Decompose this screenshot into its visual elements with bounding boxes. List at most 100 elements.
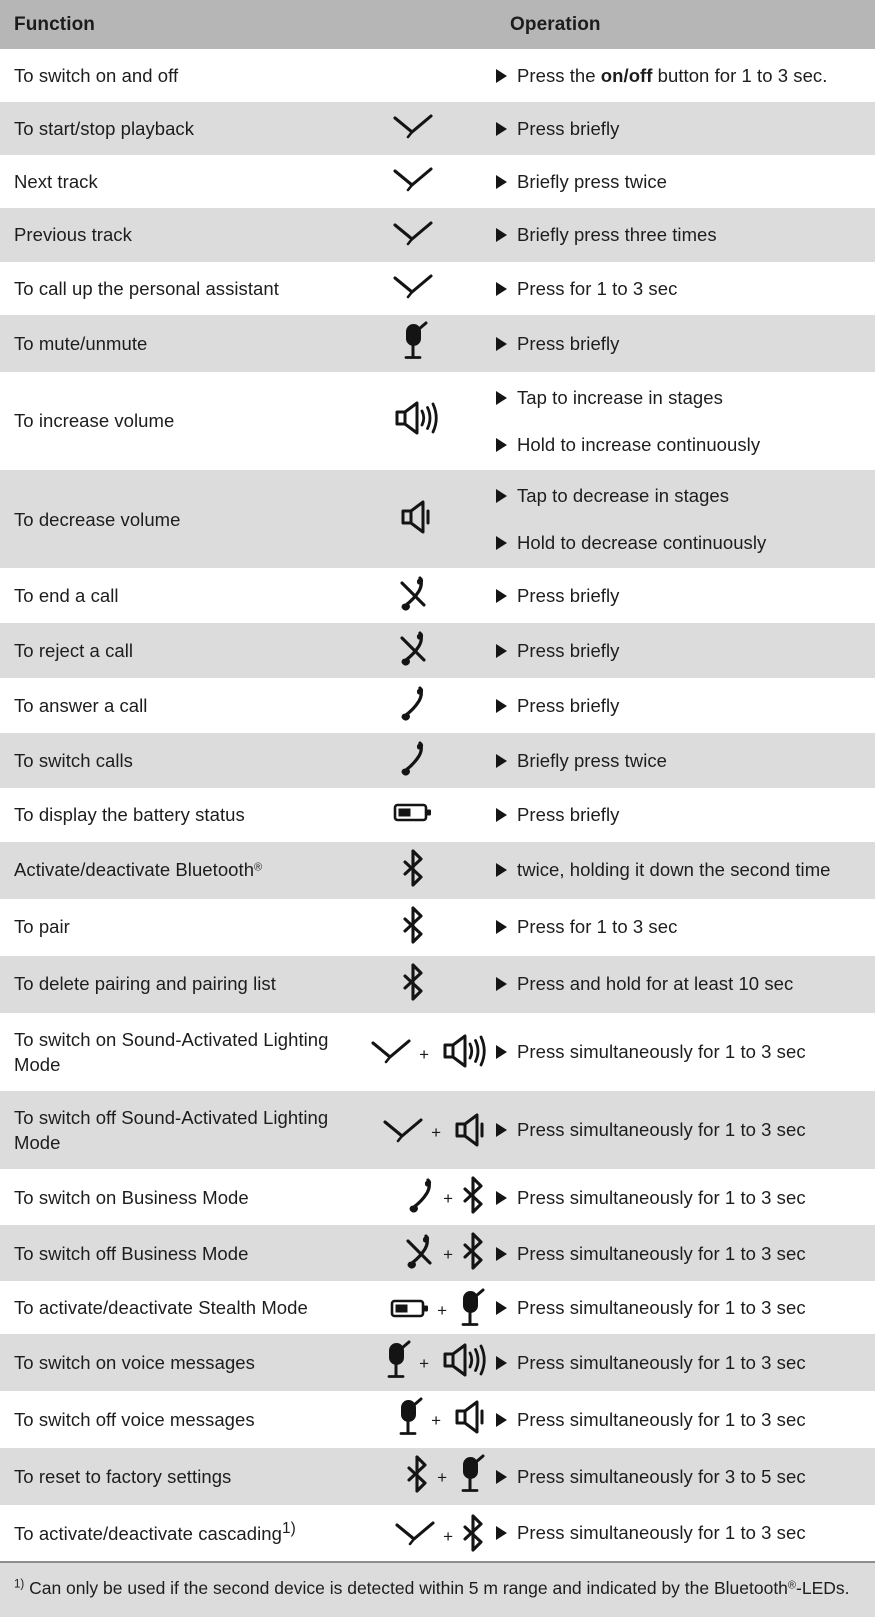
table-row: To switch off Business Mode + Press simu… (0, 1225, 875, 1282)
operation-line: Press for 1 to 3 sec (496, 276, 859, 301)
operation-cell: Press simultaneously for 1 to 3 sec (496, 1281, 875, 1335)
function-cell: To switch calls (0, 733, 348, 789)
operation-line: Press briefly (496, 693, 859, 718)
microphone-icon (392, 1397, 424, 1437)
operation-cell: Briefly press twice (496, 155, 875, 209)
icon-cluster (348, 321, 492, 361)
triangle-bullet-icon (496, 1470, 507, 1485)
operation-text: Press briefly (517, 118, 620, 140)
operation-text: Briefly press twice (517, 171, 668, 193)
operation-text: Briefly press twice (517, 750, 668, 772)
operation-line: Press simultaneously for 1 to 3 sec (496, 1241, 859, 1266)
icon-cluster: + (348, 1397, 492, 1437)
operation-cell: Press simultaneously for 3 to 5 sec (496, 1448, 875, 1506)
function-cell: To reset to factory settings (0, 1448, 348, 1506)
operation-cell: Press briefly (496, 678, 875, 734)
icon-cluster (348, 629, 492, 667)
icon-cell: + (348, 1334, 496, 1392)
icon-cluster (348, 848, 492, 888)
plus-separator: + (419, 1353, 429, 1373)
operation-text: Hold to increase continuously (517, 433, 761, 455)
operation-text: Press briefly (517, 804, 620, 826)
icon-cluster (348, 498, 492, 536)
plus-separator: + (419, 1044, 429, 1064)
operation-text: Press simultaneously for 3 to 5 sec (517, 1466, 806, 1488)
operation-cell: Press and hold for at least 10 sec (496, 955, 875, 1013)
icon-cell (348, 733, 496, 789)
operation-line: Press briefly (496, 331, 859, 356)
icon-cluster: + (348, 1513, 492, 1553)
multifunction-button-icon (382, 1115, 424, 1145)
operation-line: Press briefly (496, 802, 859, 827)
operation-text: Press the on/off button for 1 to 3 sec. (517, 65, 828, 86)
triangle-bullet-icon (496, 977, 507, 992)
operation-text: Press simultaneously for 1 to 3 sec (517, 1522, 806, 1544)
bluetooth-icon (460, 1513, 486, 1553)
table-row: To decrease volume Tap to decrease in st… (0, 470, 875, 569)
icon-cell: + (348, 1090, 496, 1170)
table-row: To end a call Press briefly (0, 568, 875, 624)
icon-cluster (348, 399, 492, 437)
operation-line: Press simultaneously for 1 to 3 sec (496, 1407, 859, 1432)
triangle-bullet-icon (496, 1526, 507, 1541)
operation-cell: Press simultaneously for 1 to 3 sec (496, 1391, 875, 1449)
table-row: To reject a call Press briefly (0, 623, 875, 679)
function-cell: To activate/deactivate Stealth Mode (0, 1281, 348, 1335)
table-row: To answer a call Press briefly (0, 678, 875, 734)
footnote-marker: 1) (14, 1578, 25, 1591)
table-header-row: Function Operation (0, 0, 875, 49)
icon-cell (348, 470, 496, 569)
function-cell: Previous track (0, 208, 348, 262)
function-cell: To switch off voice messages (0, 1391, 348, 1449)
operation-text: Press for 1 to 3 sec (517, 916, 678, 938)
function-cell: To switch on and off (0, 49, 348, 103)
operation-text: twice, holding it down the second time (517, 859, 831, 881)
operation-line: Press simultaneously for 1 to 3 sec (496, 1185, 859, 1210)
table-row: To switch on and off Press the on/off but… (0, 49, 875, 103)
icon-cluster: + (348, 1340, 492, 1380)
function-cell: To reject a call (0, 623, 348, 679)
icon-cell (348, 49, 496, 103)
operation-line: Press simultaneously for 1 to 3 sec (496, 1520, 859, 1545)
function-cell: To activate/deactivate cascading1) (0, 1505, 348, 1561)
triangle-bullet-icon (496, 69, 507, 83)
table-row: Activate/deactivate Bluetooth® twice, ho… (0, 841, 875, 899)
operation-text: Press briefly (517, 332, 620, 354)
operation-line: Press for 1 to 3 sec (496, 914, 859, 939)
triangle-bullet-icon (496, 644, 507, 659)
function-cell: To switch off Sound-Activated Lighting M… (0, 1090, 348, 1170)
icon-cluster: + (348, 1032, 492, 1070)
plus-separator: + (431, 1410, 441, 1430)
icon-cluster (348, 164, 492, 194)
icon-cell: + (348, 1012, 496, 1091)
column-header-function: Function (0, 0, 348, 49)
answer-call-icon (406, 1176, 436, 1214)
microphone-icon (454, 1288, 486, 1328)
icon-cell (348, 623, 496, 679)
function-operation-table: Function Operation To switch on and off P… (0, 0, 875, 1561)
operation-line: Hold to increase continuously (496, 432, 859, 457)
operation-text: Press briefly (517, 640, 620, 662)
icon-cell: + (348, 1225, 496, 1282)
volume-down-icon (448, 1398, 486, 1436)
column-header-icon (348, 0, 496, 49)
multifunction-button-icon (392, 111, 434, 141)
operation-cell: Press simultaneously for 1 to 3 sec (496, 1225, 875, 1282)
function-cell: To mute/unmute (0, 314, 348, 372)
icon-cluster (348, 905, 492, 945)
battery-icon (393, 801, 433, 823)
icon-cluster (348, 271, 492, 301)
operation-line: Tap to decrease in stages (496, 483, 859, 508)
function-cell: To increase volume (0, 371, 348, 471)
operation-text: Press simultaneously for 1 to 3 sec (517, 1186, 806, 1208)
multifunction-button-icon (392, 218, 434, 248)
table-row: To activate/deactivate cascading1) + Pre… (0, 1505, 875, 1561)
operation-line: Tap to increase in stages (496, 385, 859, 410)
triangle-bullet-icon (496, 390, 507, 405)
operation-text: Press simultaneously for 1 to 3 sec (517, 1352, 806, 1374)
operation-line: Briefly press three times (496, 222, 859, 247)
icon-cell (348, 841, 496, 899)
icon-cluster (348, 739, 492, 777)
table-row: Previous track Briefly press three times (0, 208, 875, 262)
microphone-icon (397, 321, 429, 361)
